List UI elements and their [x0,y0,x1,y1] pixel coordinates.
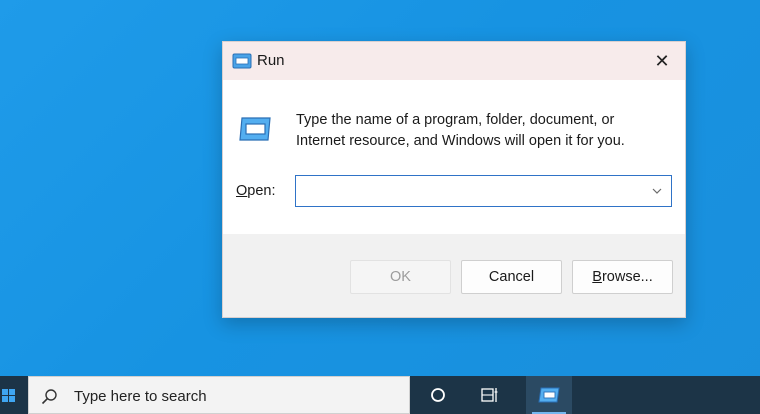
close-icon: ✕ [654,50,670,71]
desktop: Run ✕ Type the name of a program, folder… [0,0,760,376]
start-button[interactable] [0,376,18,414]
search-placeholder: Type here to search [74,388,207,405]
cortana-button[interactable] [418,376,458,414]
run-icon [232,53,252,69]
dialog-footer: OK Cancel Browse... [223,234,685,317]
chevron-down-icon[interactable] [651,184,663,198]
open-combobox[interactable] [295,175,672,207]
taskbar-search-box[interactable]: Type here to search [28,376,410,414]
run-dialog: Run ✕ Type the name of a program, folder… [222,41,686,318]
cortana-circle-icon [431,388,445,402]
close-button[interactable]: ✕ [639,42,685,80]
dialog-message: Type the name of a program, folder, docu… [296,112,625,149]
open-input[interactable] [296,176,646,206]
cancel-button[interactable]: Cancel [461,260,562,294]
browse-button[interactable]: Browse... [572,260,673,294]
dialog-titlebar[interactable]: Run ✕ [223,42,685,80]
browse-label: rowse... [601,269,653,285]
browse-accesskey: B [592,269,602,285]
task-view-button[interactable] [470,376,510,414]
run-icon [239,117,271,141]
taskbar: Type here to search [0,376,760,414]
run-app-icon [538,387,560,403]
dialog-title: Run [257,52,285,69]
search-icon [41,389,57,405]
open-label-text: pen: [247,183,276,199]
taskbar-run-app[interactable] [526,376,572,414]
task-view-icon [481,388,498,402]
open-label: Open: [236,183,276,199]
dialog-content: Type the name of a program, folder, docu… [223,80,685,234]
ok-button[interactable]: OK [350,260,451,294]
windows-start-icon [2,388,15,402]
open-label-accesskey: O [236,183,248,199]
